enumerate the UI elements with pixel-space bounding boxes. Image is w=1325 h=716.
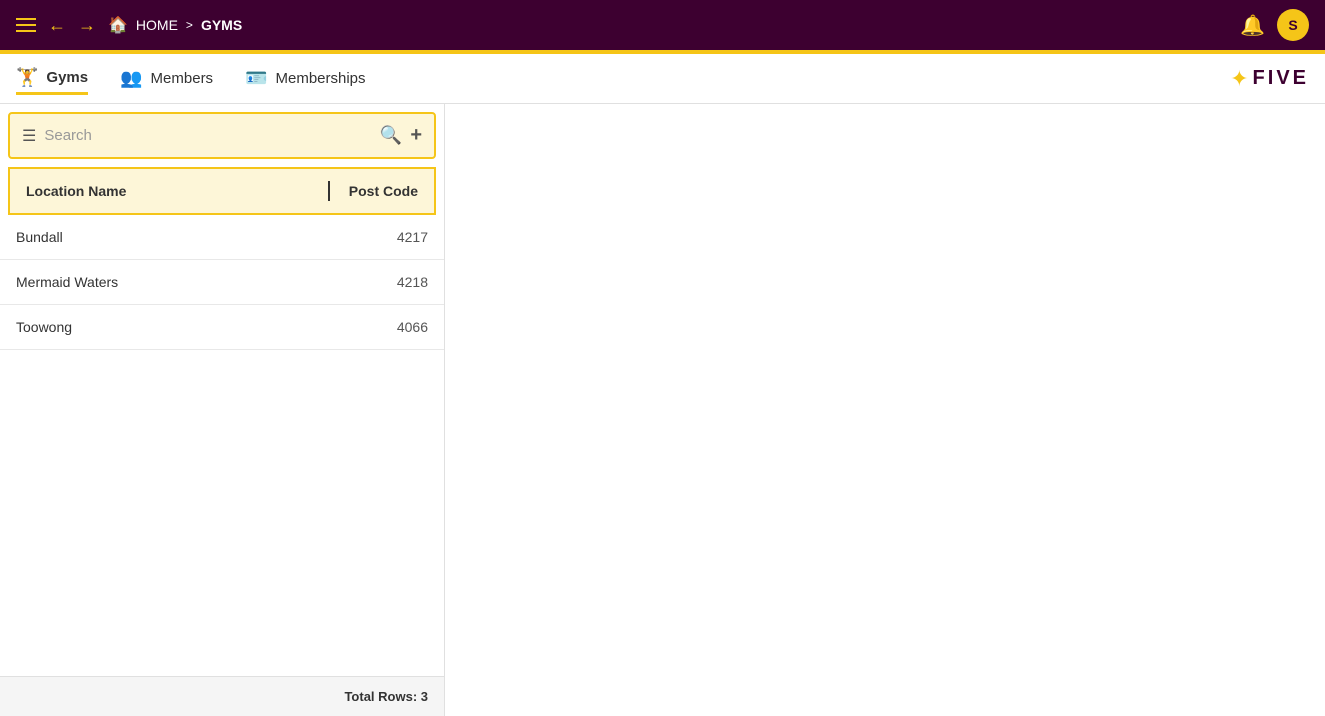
table-row[interactable]: Mermaid Waters 4218 [0,260,444,305]
top-bar-left: ← → 🏠 HOME > GYMS [16,15,242,36]
top-bar: ← → 🏠 HOME > GYMS 🔔 S [0,0,1325,50]
row-location: Mermaid Waters [16,274,348,290]
row-location: Bundall [16,229,348,245]
right-panel [445,104,1325,716]
search-icon[interactable]: 🔍 [380,125,402,146]
home-label[interactable]: HOME [136,17,178,33]
row-location: Toowong [16,319,348,335]
nav-members-label: Members [151,70,214,87]
sub-nav-left: 🏋 Gyms 👥 Members 🪪 Memberships [16,63,366,95]
five-logo: ✦ FIVE [1230,66,1309,92]
column-divider [328,181,330,201]
breadcrumb: 🏠 HOME > GYMS [108,15,242,35]
table-row[interactable]: Toowong 4066 [0,305,444,350]
sub-nav: 🏋 Gyms 👥 Members 🪪 Memberships ✦ FIVE [0,54,1325,104]
col-header-postcode: Post Code [338,183,418,199]
left-panel: ☰ 🔍 + Location Name Post Code Bundall 42… [0,104,445,716]
nav-item-gyms[interactable]: 🏋 Gyms [16,63,88,95]
user-avatar[interactable]: S [1277,9,1309,41]
gyms-icon: 🏋 [16,67,38,88]
table-row[interactable]: Bundall 4217 [0,215,444,260]
search-bar: ☰ 🔍 + [8,112,436,159]
row-postcode: 4066 [348,319,428,335]
back-button[interactable]: ← [48,15,66,36]
add-button[interactable]: + [410,124,422,147]
logo-star-icon: ✦ [1230,66,1248,92]
current-page-label: GYMS [201,17,242,33]
notification-bell-icon[interactable]: 🔔 [1240,13,1265,38]
main-content: ☰ 🔍 + Location Name Post Code Bundall 42… [0,104,1325,716]
table-header: Location Name Post Code [8,167,436,215]
row-postcode: 4218 [348,274,428,290]
row-postcode: 4217 [348,229,428,245]
user-initial: S [1288,17,1297,33]
nav-item-memberships[interactable]: 🪪 Memberships [245,64,365,93]
home-icon: 🏠 [108,15,128,35]
memberships-icon: 🪪 [245,68,267,89]
breadcrumb-separator: > [186,18,193,32]
search-input[interactable] [44,127,372,144]
nav-item-members[interactable]: 👥 Members [120,64,213,93]
logo-text: FIVE [1253,67,1309,90]
members-icon: 👥 [120,68,142,89]
forward-button[interactable]: → [78,15,96,36]
table-body: Bundall 4217 Mermaid Waters 4218 Toowong… [0,215,444,676]
nav-gyms-label: Gyms [46,69,88,86]
total-rows-label: Total Rows: 3 [344,689,428,704]
table-footer: Total Rows: 3 [0,676,444,716]
filter-icon[interactable]: ☰ [22,126,36,146]
nav-memberships-label: Memberships [275,70,365,87]
hamburger-menu[interactable] [16,18,36,32]
top-bar-right: 🔔 S [1240,9,1309,41]
col-header-location: Location Name [26,183,320,199]
